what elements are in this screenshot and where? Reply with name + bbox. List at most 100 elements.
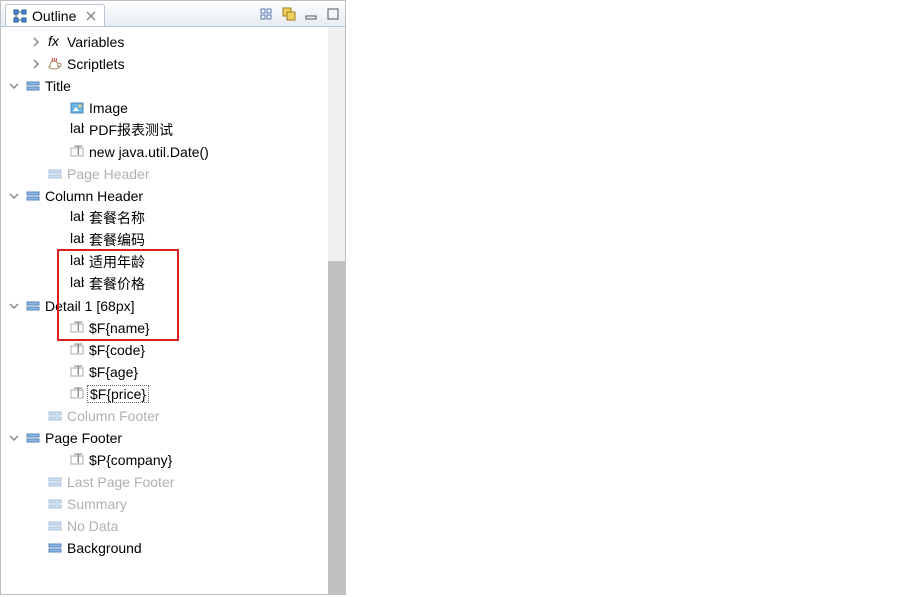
tree-item-page-header[interactable]: Page Header — [1, 163, 328, 185]
tree-item-f-age[interactable]: T $F{age} — [1, 361, 328, 383]
outline-tree[interactable]: fx Variables Scriptlets Title Image — [1, 27, 328, 594]
tree-item-column-header[interactable]: Column Header — [1, 185, 328, 207]
close-icon[interactable] — [84, 9, 98, 23]
tree-item-last-page-footer[interactable]: Last Page Footer — [1, 471, 328, 493]
tree-item-background[interactable]: Background — [1, 537, 328, 559]
tree-item-title[interactable]: Title — [1, 75, 328, 97]
tree-item-label: $P{company} — [89, 452, 172, 468]
band-icon — [47, 496, 63, 512]
band-icon — [47, 408, 63, 424]
tree-item-label: Page Footer — [45, 430, 122, 446]
band-icon — [25, 188, 41, 204]
text-field-icon: T — [69, 386, 85, 402]
band-icon — [25, 78, 41, 94]
svg-text:T: T — [74, 343, 83, 356]
tree-item-no-data[interactable]: No Data — [1, 515, 328, 537]
chevron-down-icon[interactable] — [7, 189, 21, 203]
tree-item-col4[interactable]: label 套餐价格 — [1, 273, 328, 295]
view-menu-icon[interactable] — [281, 6, 297, 22]
chevron-down-icon[interactable] — [7, 431, 21, 445]
outline-tab-icon — [12, 8, 28, 24]
tree-item-label: Image — [89, 100, 128, 116]
tree-item-detail[interactable]: Detail 1 [68px] — [1, 295, 328, 317]
tree-item-label: $F{code} — [89, 342, 145, 358]
tree-item-col1[interactable]: label 套餐名称 — [1, 207, 328, 229]
tree-item-label: PDF报表测试 — [89, 120, 173, 140]
tree-item-label: $F{price} — [87, 385, 149, 403]
fx-icon: fx — [47, 34, 63, 50]
svg-text:label: label — [70, 255, 84, 268]
band-icon — [25, 298, 41, 314]
minimize-icon[interactable] — [303, 6, 319, 22]
tree-item-label: Summary — [67, 496, 127, 512]
tree-item-scriptlets[interactable]: Scriptlets — [1, 53, 328, 75]
svg-text:label: label — [70, 123, 84, 136]
tree-item-col3[interactable]: label 适用年龄 — [1, 251, 328, 273]
tree-item-page-footer[interactable]: Page Footer — [1, 427, 328, 449]
svg-text:fx: fx — [48, 35, 60, 49]
band-icon — [47, 540, 63, 556]
text-field-icon: T — [69, 320, 85, 336]
tree-item-label: Column Header — [45, 188, 143, 204]
tree-item-date[interactable]: T new java.util.Date() — [1, 141, 328, 163]
outline-panel: Outline fx Varia — [0, 0, 346, 595]
svg-text:T: T — [74, 453, 83, 466]
tree-item-f-code[interactable]: T $F{code} — [1, 339, 328, 361]
outline-tab-label: Outline — [32, 8, 76, 24]
scrollbar-thumb[interactable] — [328, 261, 345, 594]
label-icon: label — [69, 232, 85, 248]
tree-item-label: Detail 1 [68px] — [45, 298, 135, 314]
chevron-right-icon[interactable] — [29, 35, 43, 49]
tree-item-label: Background — [67, 540, 142, 556]
tree-item-label: Title — [45, 78, 71, 94]
tree-item-label: Column Footer — [67, 408, 160, 424]
toolbar-icons — [259, 6, 341, 22]
svg-text:T: T — [74, 145, 83, 158]
tree-item-f-name[interactable]: T $F{name} — [1, 317, 328, 339]
tree-item-label: Variables — [67, 34, 124, 50]
svg-text:label: label — [70, 211, 84, 224]
tree-item-p-company[interactable]: T $P{company} — [1, 449, 328, 471]
chevron-down-icon[interactable] — [7, 299, 21, 313]
band-icon — [47, 518, 63, 534]
image-icon — [69, 100, 85, 116]
chevron-right-icon[interactable] — [29, 57, 43, 71]
tree-item-label: No Data — [67, 518, 118, 534]
tree-item-label: 套餐名称 — [89, 208, 145, 228]
tree-item-column-footer[interactable]: Column Footer — [1, 405, 328, 427]
tree-item-image[interactable]: Image — [1, 97, 328, 119]
tree-item-label: 套餐价格 — [89, 274, 145, 294]
tab-bar: Outline — [1, 1, 345, 27]
band-icon — [25, 430, 41, 446]
tree-item-label: $F{age} — [89, 364, 138, 380]
svg-text:T: T — [74, 365, 83, 378]
collapse-all-icon[interactable] — [259, 6, 275, 22]
tree-item-variables[interactable]: fx Variables — [1, 31, 328, 53]
tree-item-pdf-label[interactable]: label PDF报表测试 — [1, 119, 328, 141]
svg-text:label: label — [70, 233, 84, 246]
label-icon: label — [69, 276, 85, 292]
chevron-down-icon[interactable] — [7, 79, 21, 93]
svg-text:T: T — [74, 321, 83, 334]
svg-text:T: T — [74, 387, 83, 400]
svg-text:label: label — [70, 277, 84, 290]
tree-item-summary[interactable]: Summary — [1, 493, 328, 515]
tree-item-f-price[interactable]: T $F{price} — [1, 383, 328, 405]
text-field-icon: T — [69, 364, 85, 380]
label-icon: label — [69, 210, 85, 226]
outline-content: fx Variables Scriptlets Title Image — [1, 27, 345, 594]
tree-item-col2[interactable]: label 套餐编码 — [1, 229, 328, 251]
text-field-icon: T — [69, 452, 85, 468]
text-field-icon: T — [69, 144, 85, 160]
label-icon: label — [69, 254, 85, 270]
tree-item-label: Last Page Footer — [67, 474, 174, 490]
outline-tab[interactable]: Outline — [5, 4, 105, 26]
band-icon — [47, 474, 63, 490]
coffee-icon — [47, 56, 63, 72]
tree-item-label: 套餐编码 — [89, 230, 145, 250]
band-icon — [47, 166, 63, 182]
tree-item-label: $F{name} — [89, 320, 150, 336]
maximize-icon[interactable] — [325, 6, 341, 22]
scrollbar[interactable] — [328, 27, 345, 594]
tree-item-label: Page Header — [67, 166, 150, 182]
